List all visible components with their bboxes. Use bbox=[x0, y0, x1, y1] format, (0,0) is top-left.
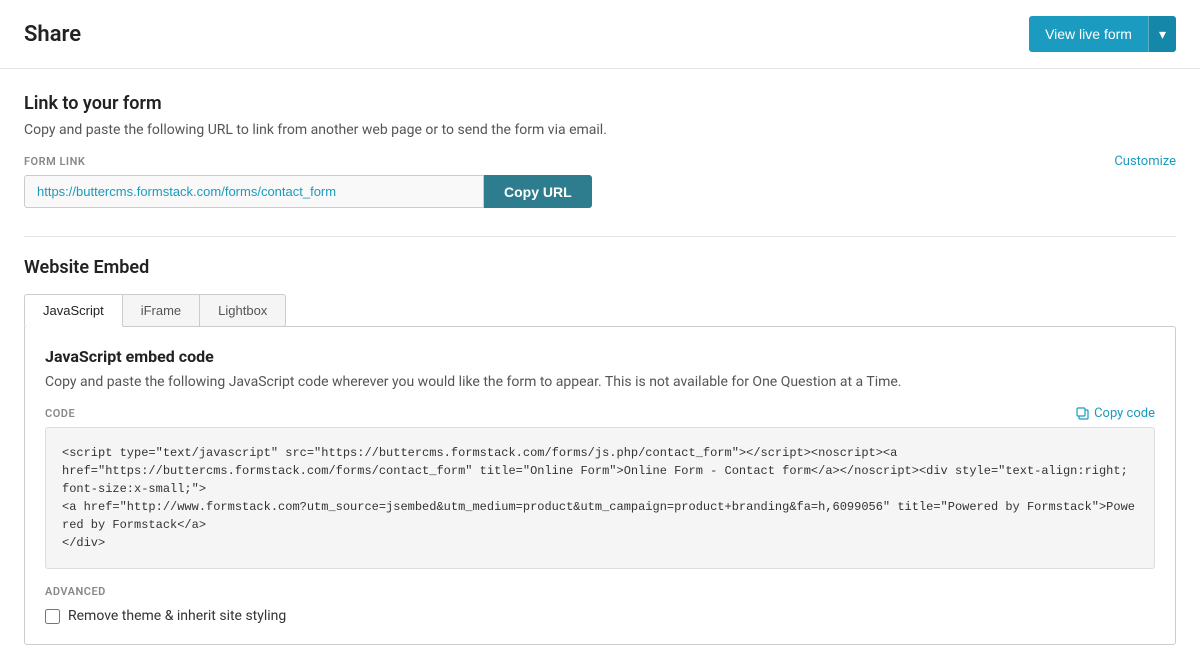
copy-icon bbox=[1076, 407, 1090, 421]
page-header: Share View live form ▾ bbox=[0, 0, 1200, 69]
view-live-dropdown-button[interactable]: ▾ bbox=[1148, 16, 1176, 52]
tab-iframe[interactable]: iFrame bbox=[123, 294, 200, 327]
embed-code-block: <script type="text/javascript" src="http… bbox=[45, 427, 1155, 569]
advanced-label: ADVANCED bbox=[45, 585, 1155, 598]
form-link-label-row: FORM LINK Customize bbox=[24, 154, 1176, 169]
form-url-input[interactable] bbox=[24, 175, 484, 208]
header-actions: View live form ▾ bbox=[1029, 16, 1176, 52]
page-content: Link to your form Copy and paste the fol… bbox=[0, 69, 1200, 669]
embed-code-title: JavaScript embed code bbox=[45, 347, 1155, 366]
code-label-row: CODE Copy code bbox=[45, 406, 1155, 421]
embed-tab-panel: JavaScript embed code Copy and paste the… bbox=[24, 326, 1176, 645]
copy-url-button[interactable]: Copy URL bbox=[484, 175, 592, 208]
remove-theme-checkbox[interactable] bbox=[45, 609, 60, 624]
view-live-button[interactable]: View live form bbox=[1029, 16, 1148, 52]
form-link-label: FORM LINK bbox=[24, 155, 85, 168]
url-row: Copy URL bbox=[24, 175, 1176, 208]
code-label: CODE bbox=[45, 407, 75, 420]
section-divider bbox=[24, 236, 1176, 237]
tab-lightbox[interactable]: Lightbox bbox=[200, 294, 286, 327]
advanced-checkbox-row: Remove theme & inherit site styling bbox=[45, 608, 1155, 624]
embed-section-title: Website Embed bbox=[24, 257, 1176, 278]
embed-tabs: JavaScript iFrame Lightbox bbox=[24, 294, 1176, 327]
link-section-description: Copy and paste the following URL to link… bbox=[24, 122, 1176, 138]
embed-description: Copy and paste the following JavaScript … bbox=[45, 374, 1155, 390]
page-title: Share bbox=[24, 22, 81, 47]
customize-link[interactable]: Customize bbox=[1114, 154, 1176, 169]
copy-code-link[interactable]: Copy code bbox=[1076, 406, 1155, 421]
remove-theme-label[interactable]: Remove theme & inherit site styling bbox=[68, 608, 286, 624]
link-section-title: Link to your form bbox=[24, 93, 1176, 114]
tab-javascript[interactable]: JavaScript bbox=[24, 294, 123, 327]
